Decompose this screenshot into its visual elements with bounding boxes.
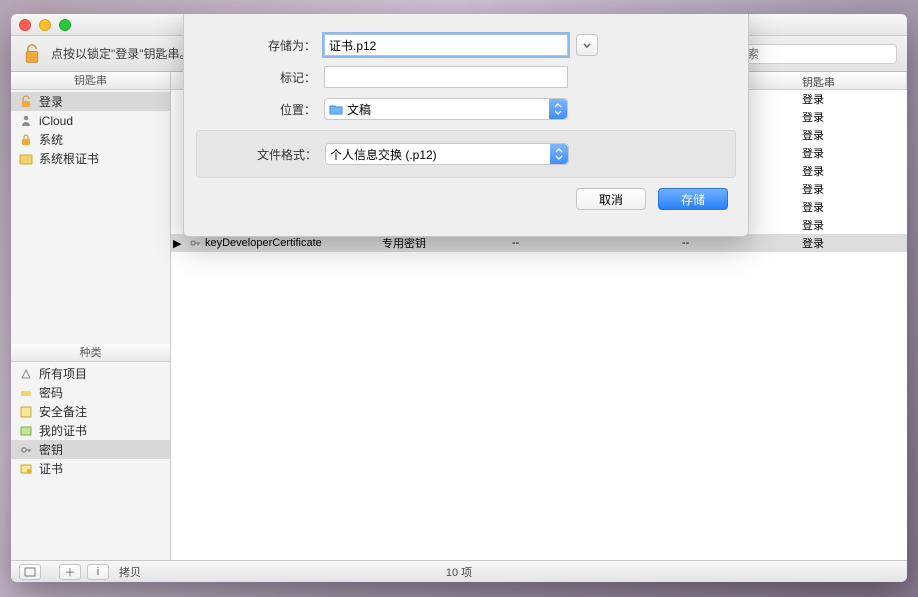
tags-input[interactable]	[324, 66, 568, 88]
person-icon	[19, 114, 33, 128]
key-icon	[189, 237, 201, 249]
cell-keychain: 登录	[796, 91, 907, 107]
format-label: 文件格式：	[197, 146, 325, 163]
add-button[interactable]: ＋	[59, 564, 81, 580]
folder-icon	[329, 103, 343, 115]
cell-keychain: 登录	[796, 199, 907, 215]
col-keychain[interactable]: 钥匙串	[796, 72, 907, 89]
key-icon	[19, 443, 33, 457]
cell-keychain: 登录	[796, 235, 907, 251]
location-value: 文稿	[347, 101, 371, 118]
cert-icon	[19, 462, 33, 476]
sidebar-item-notes[interactable]: 安全备注	[11, 402, 170, 421]
password-icon	[19, 386, 33, 400]
sidebar-item-my-certs[interactable]: 我的证书	[11, 421, 170, 440]
search-input[interactable]	[735, 47, 890, 61]
lock-icon	[19, 133, 33, 147]
sidebar-item-label: 安全备注	[39, 403, 87, 420]
save-as-label: 存储为：	[184, 37, 324, 54]
cell-keychain: 登录	[796, 127, 907, 143]
sidebar-item-label: 系统根证书	[39, 150, 99, 167]
sidebar-item-system-roots[interactable]: 系统根证书	[11, 149, 170, 168]
file-format-popup[interactable]: 个人信息交换 (.p12)	[325, 143, 569, 165]
lock-hint-text: 点按以锁定"登录"钥匙串。	[51, 45, 192, 62]
sidebar: 钥匙串 登录 iCloud 系统 系统根证书	[11, 72, 171, 560]
cell-date: --	[506, 237, 676, 249]
cell-keychain: 登录	[796, 109, 907, 125]
kinds-list: 所有项目 密码 安全备注 我的证书 密钥	[11, 362, 170, 480]
sidebar-item-label: 我的证书	[39, 422, 87, 439]
location-popup[interactable]: 文稿	[324, 98, 568, 120]
sidebar-item-system[interactable]: 系统	[11, 130, 170, 149]
chevron-updown-icon	[550, 144, 568, 164]
info-button[interactable]: i	[87, 564, 109, 580]
sidebar-item-label: 所有项目	[39, 365, 87, 382]
disclosure-triangle-icon[interactable]: ▶	[173, 237, 181, 249]
sidebar-item-label: 密钥	[39, 441, 63, 458]
sidebar-item-label: 证书	[39, 460, 63, 477]
cell-keychain: 登录	[796, 145, 907, 161]
note-icon	[19, 405, 33, 419]
sidebar-keychains-header: 钥匙串	[11, 72, 170, 90]
cell-kind: 专用密钥	[376, 235, 506, 251]
sidebar-item-label: 密码	[39, 384, 63, 401]
keychain-access-window: 钥匙串访问 点按以锁定"登录"钥匙串。 钥匙串 登录 iCloud	[11, 14, 907, 582]
cell-keychain: 登录	[796, 163, 907, 179]
lock-keychain-icon[interactable]	[21, 41, 43, 67]
save-as-input[interactable]	[324, 34, 568, 56]
expand-dialog-button[interactable]	[576, 34, 598, 56]
location-label: 位置：	[184, 101, 324, 118]
tags-label: 标记：	[184, 69, 324, 86]
sidebar-item-icloud[interactable]: iCloud	[11, 111, 170, 130]
cell-expires: --	[676, 237, 796, 249]
save-button[interactable]: 存储	[658, 188, 728, 210]
cell-name: keyDeveloperCertificate	[205, 237, 322, 249]
sidebar-item-certs[interactable]: 证书	[11, 459, 170, 478]
cancel-button[interactable]: 取消	[576, 188, 646, 210]
sidebar-kinds-header: 种类	[11, 344, 170, 362]
status-bar: ＋ i 拷贝 10 项	[11, 560, 907, 582]
sidebar-item-login[interactable]: 登录	[11, 92, 170, 111]
all-items-icon	[19, 367, 33, 381]
sidebar-item-passwords[interactable]: 密码	[11, 383, 170, 402]
sidebar-item-all[interactable]: 所有项目	[11, 364, 170, 383]
chevron-updown-icon	[549, 99, 567, 119]
lock-open-icon	[19, 95, 33, 109]
cert-folder-icon	[19, 152, 33, 166]
preview-toggle-button[interactable]	[19, 564, 41, 580]
sidebar-item-label: 登录	[39, 93, 63, 110]
copy-button[interactable]: 拷贝	[119, 564, 141, 580]
cell-keychain: 登录	[796, 181, 907, 197]
save-dialog: 存储为： 标记： 位置： 文稿	[183, 14, 749, 237]
cell-keychain: 登录	[796, 217, 907, 233]
keychain-list: 登录 iCloud 系统 系统根证书	[11, 90, 170, 170]
sidebar-item-label: iCloud	[39, 114, 73, 128]
item-count: 10 项	[11, 564, 907, 580]
sidebar-item-keys[interactable]: 密钥	[11, 440, 170, 459]
format-value: 个人信息交换 (.p12)	[330, 146, 437, 163]
sidebar-item-label: 系统	[39, 131, 63, 148]
my-cert-icon	[19, 424, 33, 438]
